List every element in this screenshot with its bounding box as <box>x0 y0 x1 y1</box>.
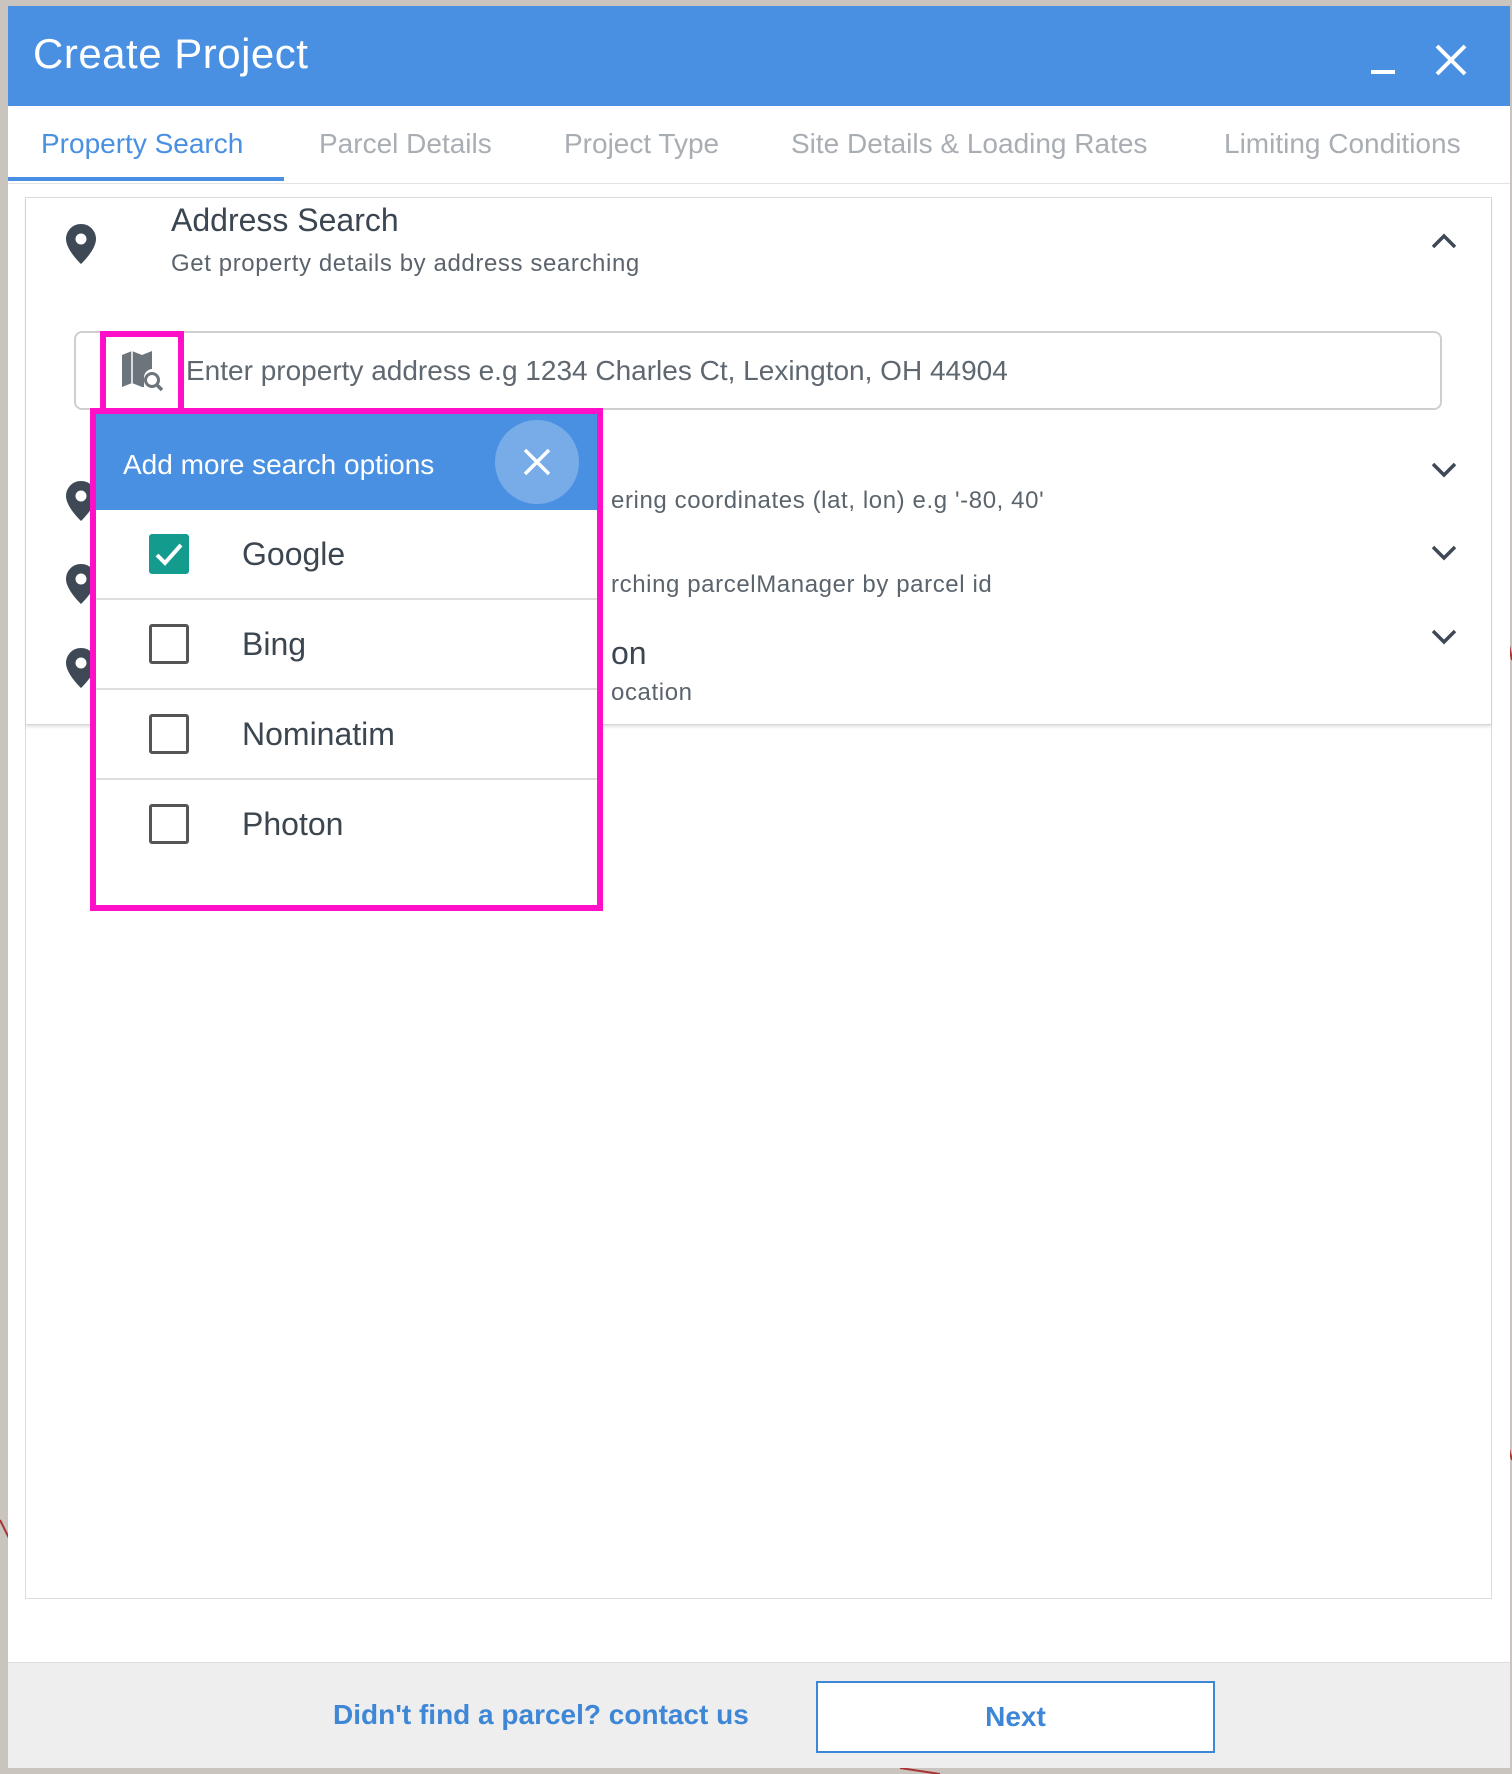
popup-close-button[interactable] <box>495 420 579 504</box>
dialog-titlebar: Create Project <box>8 6 1510 106</box>
address-search-input[interactable] <box>186 343 1416 399</box>
checkbox-google[interactable] <box>149 534 189 574</box>
map-search-icon <box>122 351 164 392</box>
address-search-subtitle: Get property details by address searchin… <box>171 250 640 277</box>
tab-bar: Property Search Parcel Details Project T… <box>8 106 1510 184</box>
parcel-search-subtitle: rching parcelManager by parcel id <box>611 571 993 598</box>
tab-parcel-details[interactable]: Parcel Details <box>319 128 492 160</box>
option-google[interactable]: Google <box>96 510 597 600</box>
close-icon[interactable] <box>1433 42 1469 78</box>
chevron-down-icon[interactable] <box>1430 628 1458 646</box>
contact-us-link[interactable]: Didn't find a parcel? contact us <box>333 1699 749 1731</box>
close-icon <box>523 448 551 476</box>
popup-header: Add more search options <box>96 414 597 510</box>
checkbox-photon[interactable] <box>149 804 189 844</box>
active-tab-indicator <box>8 177 284 181</box>
chevron-down-icon[interactable] <box>1430 461 1458 479</box>
chevron-up-icon[interactable] <box>1430 232 1458 250</box>
address-search-title: Address Search <box>171 202 399 238</box>
dialog-footer: Didn't find a parcel? contact us Next <box>8 1662 1510 1768</box>
tab-property-search[interactable]: Property Search <box>41 128 243 160</box>
location-pin-icon <box>66 224 96 264</box>
location-search-subtitle: ocation <box>611 679 693 706</box>
minimize-icon[interactable] <box>1371 70 1395 74</box>
popup-title: Add more search options <box>123 449 435 480</box>
checkbox-nominatim[interactable] <box>149 714 189 754</box>
option-label: Photon <box>242 806 344 842</box>
search-options-popup: Add more search options Google Bing Nomi… <box>90 408 603 911</box>
next-button[interactable]: Next <box>816 1681 1215 1753</box>
option-label: Google <box>242 536 346 572</box>
option-nominatim[interactable]: Nominatim <box>96 690 597 780</box>
option-label: Bing <box>242 626 307 662</box>
option-photon[interactable]: Photon <box>96 780 597 870</box>
map-search-button[interactable] <box>100 331 184 415</box>
address-search-box <box>74 331 1442 410</box>
option-label: Nominatim <box>242 716 395 752</box>
checkbox-bing[interactable] <box>149 624 189 664</box>
location-search-title: on <box>611 635 647 671</box>
tab-project-type[interactable]: Project Type <box>564 128 719 160</box>
create-project-dialog: Create Project Property Search Parcel De… <box>8 6 1510 1768</box>
coordinates-search-subtitle: ering coordinates (lat, lon) e.g '-80, 4… <box>611 487 1045 514</box>
dialog-title: Create Project <box>33 30 309 77</box>
chevron-down-icon[interactable] <box>1430 544 1458 562</box>
tab-site-details[interactable]: Site Details & Loading Rates <box>791 128 1147 160</box>
tab-limiting-conditions[interactable]: Limiting Conditions <box>1224 128 1461 160</box>
check-icon <box>155 543 183 566</box>
option-bing[interactable]: Bing <box>96 600 597 690</box>
